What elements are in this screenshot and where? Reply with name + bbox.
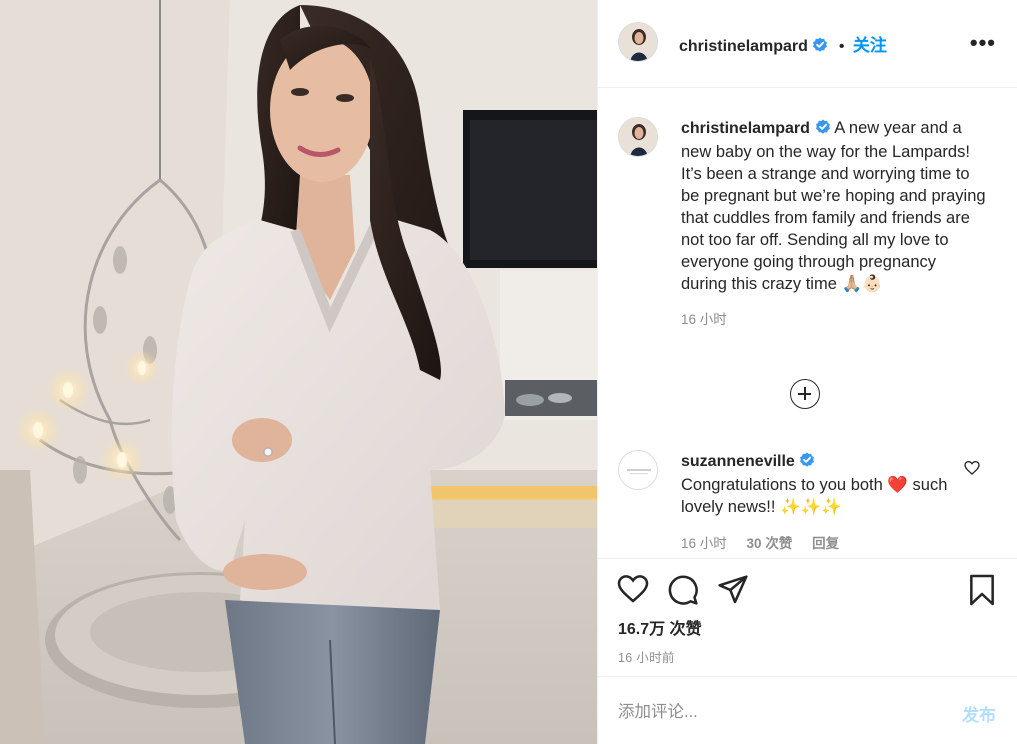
post-side-panel: christinelampard • 关注 ••• christinelampa… bbox=[597, 0, 1017, 744]
comment-icon[interactable] bbox=[667, 574, 699, 611]
like-count[interactable]: 16.7万 次赞 bbox=[618, 615, 702, 639]
caption-time[interactable]: 16 小时 bbox=[681, 309, 986, 331]
more-options-button[interactable]: ••• bbox=[970, 30, 996, 56]
reply-button[interactable]: 回复 bbox=[812, 536, 839, 551]
photo-illustration bbox=[0, 0, 597, 744]
comment-meta: 16 小时 30 次赞 回复 bbox=[681, 532, 855, 552]
post-actions: 16.7万 次赞 16 小时前 bbox=[598, 558, 1017, 675]
comment-username[interactable]: suzanneneville bbox=[681, 453, 795, 470]
comment-avatar-logo bbox=[619, 451, 657, 489]
verified-badge-icon bbox=[799, 452, 815, 474]
comment-input[interactable] bbox=[618, 697, 938, 727]
avatar[interactable] bbox=[618, 22, 658, 62]
header-username[interactable]: christinelampard bbox=[679, 38, 808, 55]
plus-circle-icon[interactable] bbox=[790, 379, 820, 409]
post-timestamp[interactable]: 16 小时前 bbox=[618, 647, 675, 666]
post-header: christinelampard • 关注 ••• bbox=[598, 0, 1017, 88]
comment-time[interactable]: 16 小时 bbox=[681, 536, 727, 551]
caption-avatar-image bbox=[619, 118, 657, 156]
caption-avatar[interactable] bbox=[618, 117, 658, 157]
comment-item: suzanneneville Congratulations to you bo… bbox=[681, 450, 961, 518]
comment-avatar[interactable] bbox=[618, 450, 658, 490]
publish-button[interactable]: 发布 bbox=[962, 701, 996, 726]
comment-heart-icon[interactable] bbox=[964, 460, 980, 481]
comment-composer: 发布 bbox=[598, 676, 1017, 744]
avatar-image bbox=[619, 23, 657, 61]
verified-badge-icon bbox=[812, 37, 828, 58]
caption-username[interactable]: christinelampard bbox=[681, 120, 810, 137]
separator-dot: • bbox=[838, 38, 845, 55]
post-caption: christinelampard A new year and a new ba… bbox=[681, 117, 986, 331]
paper-plane-icon[interactable] bbox=[717, 574, 749, 611]
follow-button[interactable]: 关注 bbox=[853, 36, 887, 55]
heart-icon[interactable] bbox=[617, 574, 649, 609]
post-photo[interactable] bbox=[0, 0, 597, 744]
verified-badge-icon bbox=[815, 119, 831, 141]
comment-text: Congratulations to you both ❤️ such love… bbox=[681, 476, 948, 516]
header-user-line: christinelampard • 关注 bbox=[679, 31, 887, 58]
caption-text: A new year and a new baby on the way for… bbox=[681, 119, 986, 293]
comment-likes[interactable]: 30 次赞 bbox=[747, 536, 793, 551]
bookmark-icon[interactable] bbox=[968, 574, 996, 611]
